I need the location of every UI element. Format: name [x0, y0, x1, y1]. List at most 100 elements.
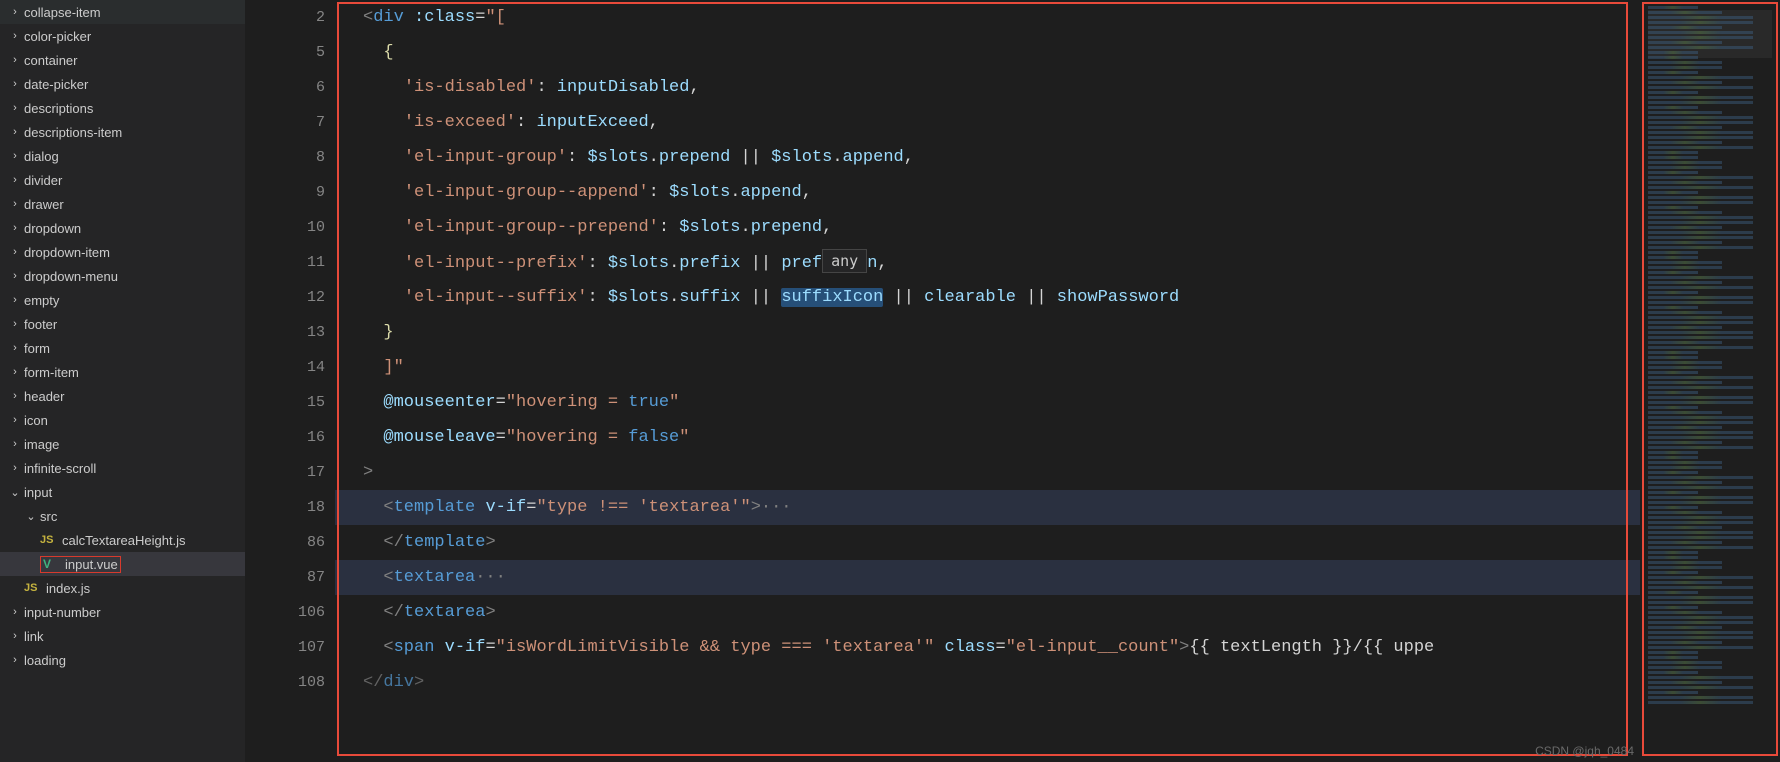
file-type-icon: JS: [24, 582, 42, 594]
chevron-icon: ›: [8, 318, 22, 330]
code-line[interactable]: >: [335, 455, 1640, 490]
file-item[interactable]: JS index.js: [0, 576, 245, 600]
code-line[interactable]: @mouseleave="hovering = false": [335, 420, 1640, 455]
folder-item[interactable]: ⌄src: [0, 504, 245, 528]
folder-item[interactable]: ›input-number: [0, 600, 245, 624]
chevron-icon: ›: [8, 6, 22, 18]
folder-item[interactable]: ›header: [0, 384, 245, 408]
chevron-icon: ›: [8, 414, 22, 426]
minimap-content: [1648, 6, 1772, 752]
chevron-icon: ›: [8, 78, 22, 90]
folder-item[interactable]: ›descriptions-item: [0, 120, 245, 144]
editor-area: 256789101112131415161718›8687›106107108 …: [245, 0, 1780, 762]
folder-item[interactable]: ›descriptions: [0, 96, 245, 120]
chevron-icon: ›: [8, 222, 22, 234]
chevron-icon: ›: [8, 102, 22, 114]
line-number-gutter[interactable]: 256789101112131415161718›8687›106107108: [245, 0, 335, 762]
line-number[interactable]: 12: [245, 280, 325, 315]
folder-item[interactable]: ›dialog: [0, 144, 245, 168]
line-number[interactable]: 106: [245, 595, 325, 630]
chevron-icon: ›: [8, 246, 22, 258]
folder-item[interactable]: ›form-item: [0, 360, 245, 384]
code-line[interactable]: <textarea···: [335, 560, 1640, 595]
folder-item[interactable]: ›drawer: [0, 192, 245, 216]
folder-item[interactable]: ›dropdown: [0, 216, 245, 240]
tree-item-label: input-number: [24, 605, 101, 620]
code-line[interactable]: 'el-input--prefix': $slots.prefix || pre…: [335, 245, 1640, 280]
minimap[interactable]: [1640, 0, 1780, 762]
tree-item-label: input: [24, 485, 52, 500]
code-line[interactable]: <div :class="[: [335, 0, 1640, 35]
tree-item-label: src: [40, 509, 57, 524]
folder-item[interactable]: ›container: [0, 48, 245, 72]
code-line[interactable]: ]": [335, 350, 1640, 385]
tree-item-label: dialog: [24, 149, 59, 164]
folder-item[interactable]: ›empty: [0, 288, 245, 312]
line-number[interactable]: 16: [245, 420, 325, 455]
code-line[interactable]: 'is-exceed': inputExceed,: [335, 105, 1640, 140]
file-item[interactable]: Vinput.vue: [0, 552, 245, 576]
tree-item-label: form-item: [24, 365, 79, 380]
folder-item[interactable]: ›collapse-item: [0, 0, 245, 24]
line-number[interactable]: 2: [245, 0, 325, 35]
code-line[interactable]: 'el-input--suffix': $slots.suffix || suf…: [335, 280, 1640, 315]
tree-item-label: index.js: [46, 581, 90, 596]
folder-item[interactable]: ›footer: [0, 312, 245, 336]
code-area[interactable]: <div :class="[ { 'is-disabled': inputDis…: [335, 0, 1640, 762]
line-number[interactable]: 13: [245, 315, 325, 350]
tree-item-label: image: [24, 437, 59, 452]
chevron-icon: ›: [8, 462, 22, 474]
folder-item[interactable]: ›icon: [0, 408, 245, 432]
folder-item[interactable]: ›infinite-scroll: [0, 456, 245, 480]
line-number[interactable]: 10: [245, 210, 325, 245]
chevron-icon: ›: [8, 270, 22, 282]
file-explorer-sidebar[interactable]: ›collapse-item›color-picker›container›da…: [0, 0, 245, 762]
line-number[interactable]: 86: [245, 525, 325, 560]
line-number[interactable]: 15: [245, 385, 325, 420]
folder-item[interactable]: ›image: [0, 432, 245, 456]
code-line[interactable]: </template>: [335, 525, 1640, 560]
code-line[interactable]: 'el-input-group': $slots.prepend || $slo…: [335, 140, 1640, 175]
folder-item[interactable]: ›dropdown-menu: [0, 264, 245, 288]
tree-item-label: descriptions: [24, 101, 93, 116]
code-line[interactable]: }: [335, 315, 1640, 350]
code-line[interactable]: <template v-if="type !== 'textarea'">···: [335, 490, 1640, 525]
folder-item[interactable]: ›color-picker: [0, 24, 245, 48]
folder-item[interactable]: ›loading: [0, 648, 245, 672]
code-line[interactable]: </textarea>: [335, 595, 1640, 630]
code-line[interactable]: @mouseenter="hovering = true": [335, 385, 1640, 420]
folder-item[interactable]: ›form: [0, 336, 245, 360]
line-number[interactable]: 7: [245, 105, 325, 140]
line-number[interactable]: 17: [245, 455, 325, 490]
line-number[interactable]: 14: [245, 350, 325, 385]
folder-item[interactable]: ⌄input: [0, 480, 245, 504]
code-line[interactable]: 'el-input-group--prepend': $slots.prepen…: [335, 210, 1640, 245]
code-line[interactable]: 'el-input-group--append': $slots.append,: [335, 175, 1640, 210]
folder-item[interactable]: ›divider: [0, 168, 245, 192]
line-number[interactable]: 8: [245, 140, 325, 175]
folder-item[interactable]: ›link: [0, 624, 245, 648]
line-number[interactable]: 6: [245, 70, 325, 105]
tree-item-label: container: [24, 53, 77, 68]
chevron-icon: ›: [8, 174, 22, 186]
tree-item-label: date-picker: [24, 77, 88, 92]
line-number[interactable]: 9: [245, 175, 325, 210]
line-number[interactable]: 11: [245, 245, 325, 280]
chevron-icon: ›: [8, 630, 22, 642]
folder-item[interactable]: ›dropdown-item: [0, 240, 245, 264]
code-line[interactable]: </div>: [335, 665, 1640, 700]
line-number[interactable]: 108: [245, 665, 325, 700]
line-number[interactable]: 5: [245, 35, 325, 70]
line-number[interactable]: 107: [245, 630, 325, 665]
line-number[interactable]: 87›: [245, 560, 325, 595]
tree-item-label: dropdown: [24, 221, 81, 236]
line-number[interactable]: 18›: [245, 490, 325, 525]
folder-item[interactable]: ›date-picker: [0, 72, 245, 96]
tree-item-label: calcTextareaHeight.js: [62, 533, 186, 548]
tree-item-label: dropdown-menu: [24, 269, 118, 284]
code-line[interactable]: 'is-disabled': inputDisabled,: [335, 70, 1640, 105]
code-line[interactable]: <span v-if="isWordLimitVisible && type =…: [335, 630, 1640, 665]
code-line[interactable]: {: [335, 35, 1640, 70]
file-item[interactable]: JScalcTextareaHeight.js: [0, 528, 245, 552]
tree-item-label: dropdown-item: [24, 245, 110, 260]
